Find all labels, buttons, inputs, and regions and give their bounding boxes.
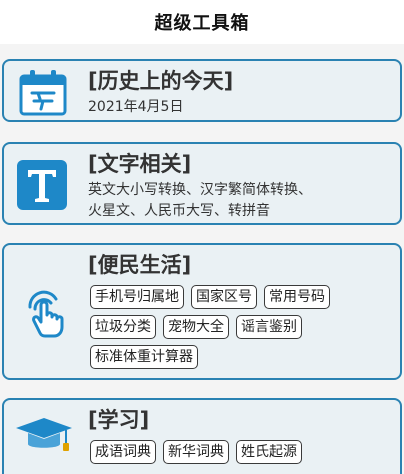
text-tools-line-1: 英文大小写转换、汉字繁简体转换、	[88, 182, 312, 198]
card-title: [文字相关]	[88, 152, 192, 176]
tag-rumor-check[interactable]: 谣言鉴别	[236, 315, 302, 339]
text-t-icon	[17, 160, 67, 214]
card-title: [历史上的今天]	[88, 69, 234, 93]
tag-country-code[interactable]: 国家区号	[191, 285, 257, 309]
calendar-icon	[18, 69, 68, 121]
tag-idiom-dictionary[interactable]: 成语词典	[90, 440, 156, 464]
daily-life-tags: 手机号归属地 国家区号 常用号码 垃圾分类 宠物大全 谣言鉴别 标准体重计算器	[90, 285, 390, 375]
text-tools-line-2: 火星文、人民币大写、转拼音	[88, 203, 270, 219]
card-title: [学习]	[88, 408, 150, 432]
tag-surname-origin[interactable]: 姓氏起源	[236, 440, 302, 464]
tag-phone-location[interactable]: 手机号归属地	[90, 285, 184, 309]
tag-xinhua-dictionary[interactable]: 新华词典	[163, 440, 229, 464]
graduation-cap-icon	[14, 414, 74, 458]
study-card: [学习] 成语词典 新华词典 姓氏起源	[2, 398, 402, 474]
text-tools-card[interactable]: [文字相关] 英文大小写转换、汉字繁简体转换、 火星文、人民币大写、转拼音	[2, 142, 402, 225]
tag-pet-encyclopedia[interactable]: 宠物大全	[163, 315, 229, 339]
history-today-card[interactable]: [历史上的今天] 2021年4月5日	[2, 59, 402, 122]
tag-standard-weight-calculator[interactable]: 标准体重计算器	[90, 345, 198, 369]
tag-common-numbers[interactable]: 常用号码	[264, 285, 330, 309]
page-title: 超级工具箱	[154, 13, 250, 34]
history-date: 2021年4月5日	[88, 99, 184, 115]
card-title: [便民生活]	[88, 253, 192, 277]
daily-life-card: [便民生活] 手机号归属地 国家区号 常用号码 垃圾分类 宠物大全 谣言鉴别 标…	[2, 243, 402, 380]
tap-hand-icon	[22, 287, 70, 343]
tag-garbage-sorting[interactable]: 垃圾分类	[90, 315, 156, 339]
study-tags: 成语词典 新华词典 姓氏起源	[90, 440, 390, 470]
app-header: 超级工具箱	[0, 0, 404, 44]
